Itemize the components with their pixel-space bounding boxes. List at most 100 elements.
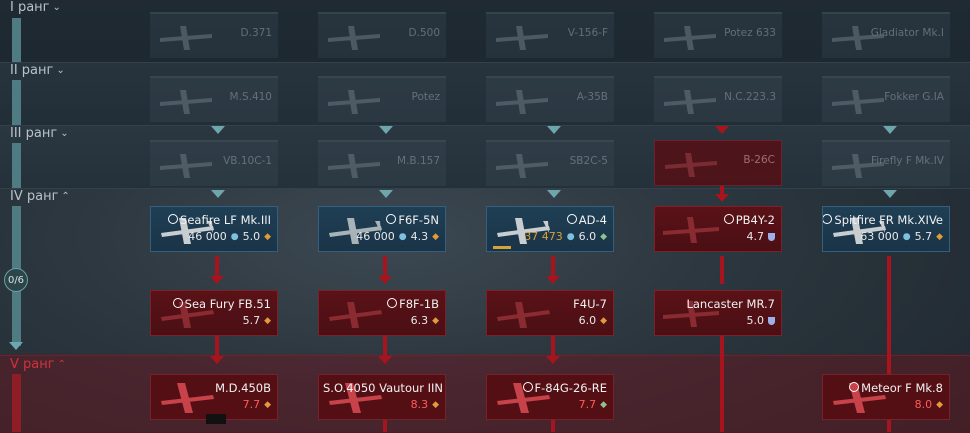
vehicle-name: A-35B xyxy=(576,91,608,103)
vehicle-name: F4U-7 xyxy=(573,297,607,311)
vehicle-name: D.371 xyxy=(240,27,272,39)
vehicle-name: M.D.450B xyxy=(215,381,271,395)
vehicle-card-f4u7[interactable]: F4U-7 6.0 ◆ xyxy=(486,290,614,336)
vehicle-name: Sea Fury FB.51 xyxy=(172,297,271,311)
vehicle-card-d371[interactable]: D.371 xyxy=(150,12,278,58)
vehicle-card-b26c[interactable]: B-26C xyxy=(654,140,782,186)
vehicle-card-pb4y[interactable]: PB4Y-2 4.7 xyxy=(654,206,782,252)
vehicle-meta: 37 473 ● 6.0 ◆ xyxy=(524,230,607,243)
plane-icon xyxy=(663,217,719,243)
vehicle-name: F6F-5N xyxy=(386,213,439,227)
vehicle-card-potez[interactable]: Potez xyxy=(318,76,446,122)
vehicle-meta: 6.3 ◆ xyxy=(410,314,439,327)
rank-5-toggle[interactable]: V ранг ⌃ xyxy=(10,357,66,372)
plane-icon xyxy=(496,90,548,114)
vehicle-card-f6f[interactable]: F6F-5N 46 000 ● 4.3 ◆ xyxy=(318,206,446,252)
vehicle-card-potez633[interactable]: Potez 633 xyxy=(654,12,782,58)
rank-4-label: IV ранг xyxy=(10,189,59,204)
tree-arrow xyxy=(715,126,729,134)
dark-marker xyxy=(206,414,226,424)
vehicle-meta: 46 000 ● 4.3 ◆ xyxy=(356,230,439,243)
vehicle-name: Potez xyxy=(411,91,440,103)
tree-arrow xyxy=(883,190,897,198)
vehicle-card-fokker[interactable]: Fokker G.IA xyxy=(822,76,950,122)
plane-icon xyxy=(832,90,884,114)
vehicle-card-sb2c[interactable]: SB2C-5 xyxy=(486,140,614,186)
tree-arrow xyxy=(379,190,393,198)
chevron-up-icon: ⌃ xyxy=(61,191,70,202)
rank-1-bar xyxy=(12,18,21,62)
tree-arrow xyxy=(547,126,561,134)
vehicle-card-f84g[interactable]: F-84G-26-RE 7.7 ◆ xyxy=(486,374,614,420)
vehicle-name: SB2C-5 xyxy=(569,155,608,167)
vehicle-name: AD-4 xyxy=(566,213,607,227)
tree-line xyxy=(887,256,891,376)
diamond-icon: ◆ xyxy=(432,399,439,410)
vehicle-card-seafire[interactable]: Seafire LF Mk.III 46 000 ● 5.0 ◆ xyxy=(150,206,278,252)
vehicle-card-seafury[interactable]: Sea Fury FB.51 5.7 ◆ xyxy=(150,290,278,336)
diamond-icon: ◆ xyxy=(264,399,271,410)
vehicle-name: Seafire LF Mk.III xyxy=(168,213,271,227)
vehicle-name: D.500 xyxy=(408,27,440,39)
tree-line xyxy=(720,186,724,194)
vehicle-card-vb10c[interactable]: VB.10C-1 xyxy=(150,140,278,186)
vehicle-meta: 8.0 ◆ xyxy=(914,398,943,411)
rank-3-toggle[interactable]: III ранг ⌄ xyxy=(10,126,69,141)
tree-line xyxy=(551,256,555,276)
vehicle-card-mb157[interactable]: M.B.157 xyxy=(318,140,446,186)
vehicle-card-lancaster[interactable]: Lancaster MR.7 5.0 xyxy=(654,290,782,336)
chevron-down-icon: ⌄ xyxy=(56,65,65,76)
vehicle-meta: 5.0 xyxy=(747,314,775,327)
rank-1-label: I ранг xyxy=(10,0,50,15)
vehicle-name: S.O.4050 Vautour IIN (I xyxy=(323,381,446,395)
tree-line xyxy=(215,256,219,276)
tree-arrow xyxy=(378,276,392,284)
vehicle-name: V-156-F xyxy=(567,27,608,39)
tree-arrow xyxy=(547,190,561,198)
diamond-icon: ◆ xyxy=(600,231,607,242)
vehicle-name: Fokker G.IA xyxy=(884,91,944,103)
vehicle-card-firefly[interactable]: Firefly F Mk.IV xyxy=(822,140,950,186)
tree-arrow xyxy=(378,356,392,364)
vehicle-card-a35b[interactable]: A-35B xyxy=(486,76,614,122)
plane-icon xyxy=(664,26,716,50)
rank-2-toggle[interactable]: II ранг ⌄ xyxy=(10,63,65,78)
vehicle-card-gladiator[interactable]: Gladiator Mk.I xyxy=(822,12,950,58)
rank-2-label: II ранг xyxy=(10,63,54,78)
vehicle-card-vautour[interactable]: S.O.4050 Vautour IIN (I 8.3 ◆ xyxy=(318,374,446,420)
plane-icon xyxy=(160,154,212,178)
vehicle-card-d500[interactable]: D.500 xyxy=(318,12,446,58)
rank-4-bar-arrow xyxy=(9,342,23,350)
diamond-icon: ◆ xyxy=(936,399,943,410)
tree-arrow xyxy=(715,194,729,202)
tree-arrow xyxy=(379,126,393,134)
diamond-icon: ◆ xyxy=(264,231,271,242)
rank-4-toggle[interactable]: IV ранг ⌃ xyxy=(10,189,70,204)
vehicle-card-spitfire[interactable]: Spitfire FR Mk.XIVe 63 000 ● 5.7 ◆ xyxy=(822,206,950,252)
vehicle-name: Spitfire FR Mk.XIVe xyxy=(823,213,943,227)
plane-icon xyxy=(496,26,548,50)
plane-icon xyxy=(329,302,382,328)
chevron-up-icon: ⌃ xyxy=(57,359,66,370)
vehicle-card-f8f[interactable]: F8F-1B 6.3 ◆ xyxy=(318,290,446,336)
vehicle-card-v156f[interactable]: V-156-F xyxy=(486,12,614,58)
diamond-icon: ◆ xyxy=(432,315,439,326)
tree-line xyxy=(720,256,724,284)
vehicle-card-ad4[interactable]: AD-4 37 473 ● 6.0 ◆ xyxy=(486,206,614,252)
plane-icon xyxy=(665,153,717,177)
research-progress-bar xyxy=(493,246,511,249)
diamond-icon: ◆ xyxy=(600,399,607,410)
vehicle-meta: 63 000 ● 5.7 ◆ xyxy=(860,230,943,243)
vehicle-meta: 5.7 ◆ xyxy=(242,314,271,327)
vehicle-name: M.B.157 xyxy=(397,155,440,167)
vehicle-meta: 7.7 ◆ xyxy=(242,398,271,411)
vehicle-card-meteor[interactable]: Meteor F Mk.8 8.0 ◆ xyxy=(822,374,950,420)
vehicle-card-ms410[interactable]: M.S.410 xyxy=(150,76,278,122)
rank-1-toggle[interactable]: I ранг ⌄ xyxy=(10,0,61,15)
vehicle-name: PB4Y-2 xyxy=(723,213,775,227)
vehicle-card-nc223[interactable]: N.C.223.3 xyxy=(654,76,782,122)
rank-3-label: III ранг xyxy=(10,126,58,141)
vehicle-name: Gladiator Mk.I xyxy=(870,27,944,39)
vehicle-name: N.C.223.3 xyxy=(724,91,776,103)
vehicle-name: Lancaster MR.7 xyxy=(686,297,775,311)
